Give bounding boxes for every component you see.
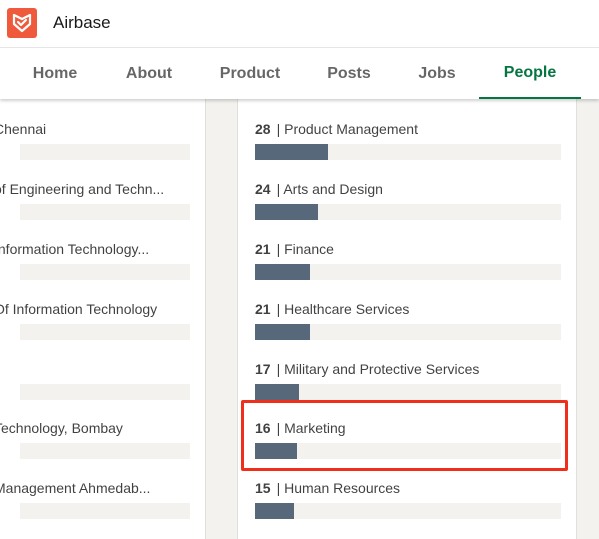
- bar-track: [20, 264, 190, 280]
- function-count: 16: [255, 420, 271, 436]
- function-label: Finance: [284, 241, 334, 257]
- tab-product[interactable]: Product: [205, 48, 295, 99]
- bar-track: [255, 503, 561, 519]
- bar-fill: [255, 503, 294, 519]
- airbase-logo-icon[interactable]: [7, 8, 37, 38]
- function-label: Human Resources: [284, 480, 401, 496]
- function-count: 24: [255, 181, 271, 197]
- function-count: 15: [255, 480, 271, 496]
- functions-card: 28 | Product Management 24 | Arts and Desi…: [237, 95, 577, 539]
- bar-track: [255, 264, 561, 280]
- function-count: 28: [255, 121, 271, 137]
- school-label: Management Ahmedab...: [0, 480, 151, 496]
- bar-track: [20, 503, 190, 519]
- bar-fill: [255, 443, 297, 459]
- bar-track: [255, 204, 561, 220]
- school-label: of Engineering and Techn...: [0, 181, 165, 197]
- function-count: 21: [255, 301, 271, 317]
- bar-track: [255, 324, 561, 340]
- bar-fill: [255, 264, 310, 280]
- school-label: Information Technology...: [0, 241, 150, 257]
- school-label: Of Information Technology: [0, 301, 158, 317]
- bar-fill: [255, 384, 299, 400]
- function-count: 17: [255, 361, 271, 377]
- bar-track: [255, 443, 561, 459]
- page-header: Airbase Home About Product Posts Jobs Pe…: [0, 0, 599, 99]
- bar-track: [20, 324, 190, 340]
- school-label: Technology, Bombay: [0, 420, 123, 436]
- tab-posts[interactable]: Posts: [307, 48, 391, 99]
- school-label: Chennai: [0, 121, 47, 137]
- function-label: Military and Protective Services: [284, 361, 480, 377]
- tab-jobs[interactable]: Jobs: [395, 48, 479, 99]
- company-name[interactable]: Airbase: [53, 13, 111, 33]
- bar-track: [20, 144, 190, 160]
- bar-track: [255, 384, 561, 400]
- tab-home[interactable]: Home: [13, 48, 97, 99]
- page-tabs: Home About Product Posts Jobs People: [0, 47, 599, 99]
- function-label: Arts and Design: [283, 181, 383, 197]
- schools-card: Chennai of Engineering and Techn... Info…: [0, 95, 206, 539]
- function-label: Marketing: [284, 420, 346, 436]
- bar-fill: [255, 204, 318, 220]
- function-label: Healthcare Services: [284, 301, 410, 317]
- bar-track: [20, 384, 190, 400]
- bar-track: [20, 204, 190, 220]
- bar-track: [20, 443, 190, 459]
- bar-track: [255, 144, 561, 160]
- function-label: Product Management: [284, 121, 418, 137]
- bar-fill: [255, 324, 310, 340]
- bar-fill: [255, 144, 328, 160]
- tab-people[interactable]: People: [479, 48, 581, 99]
- tab-about[interactable]: About: [107, 48, 191, 99]
- function-count: 21: [255, 241, 271, 257]
